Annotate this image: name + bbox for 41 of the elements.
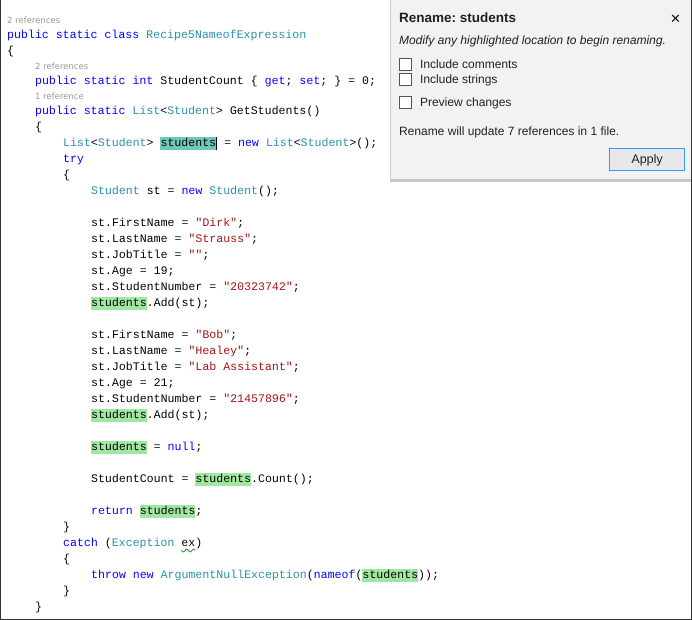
panel-title: Rename: students: [399, 9, 516, 27]
code-line: public static int StudentCount { get; set; } = 0;: [35, 75, 376, 88]
instruction-text: Modify any highlighted location to begin renaming.: [399, 32, 667, 50]
apply-button[interactable]: Apply: [609, 148, 685, 171]
code-line: {: [35, 121, 42, 134]
code-line: try: [63, 153, 84, 166]
code-line: st.Age = 21;: [91, 377, 174, 390]
checkbox-label[interactable]: Include strings: [420, 72, 498, 88]
code-line: st.JobTitle = "Lab Assistant";: [91, 361, 300, 374]
code-line: st.FirstName = "Bob";: [91, 329, 238, 342]
code-line: }: [63, 521, 70, 534]
code-line: st.StudentNumber = "20323742";: [91, 281, 300, 294]
code-line: st.LastName = "Strauss";: [91, 233, 258, 246]
code-line: {: [7, 45, 14, 58]
code-line: public static List<Student> GetStudents(): [35, 105, 320, 118]
checkbox[interactable]: [399, 58, 412, 72]
close-button[interactable]: ✕: [666, 12, 685, 25]
code-line: {: [63, 169, 70, 182]
code-line: st.FirstName = "Dirk";: [91, 217, 244, 230]
summary-text: Rename will update 7 references in 1 file.: [399, 123, 620, 140]
code-line: catch (Exception ex): [63, 537, 202, 550]
code-line: st.LastName = "Healey";: [91, 345, 252, 358]
code-line: students.Add(st);: [91, 297, 210, 310]
checkbox-label[interactable]: Include comments: [420, 57, 518, 72]
code-line: st.Age = 19;: [91, 265, 174, 278]
code-line: public static class Recipe5NameofExpression: [7, 29, 306, 42]
code-line: st.StudentNumber = "21457896";: [91, 393, 300, 406]
checkbox[interactable]: [399, 96, 412, 110]
code-line: return students;: [91, 505, 202, 518]
code-line: {: [63, 553, 70, 566]
code-line: }: [63, 585, 70, 598]
code-line: Student st = new Student();: [91, 185, 279, 198]
checkbox[interactable]: [399, 73, 412, 86]
code-line: students.Add(st);: [91, 409, 210, 422]
code-line: st.JobTitle = "";: [91, 249, 210, 262]
code-line: }: [35, 601, 42, 614]
code-line: throw new ArgumentNullException(nameof(students));: [91, 569, 439, 582]
checkbox-label[interactable]: Preview changes: [420, 95, 512, 110]
code-line: students = null;: [91, 441, 202, 454]
code-line: StudentCount = students.Count();: [91, 473, 314, 486]
code-line: List<Student> students = new List<Student>();: [63, 137, 378, 150]
